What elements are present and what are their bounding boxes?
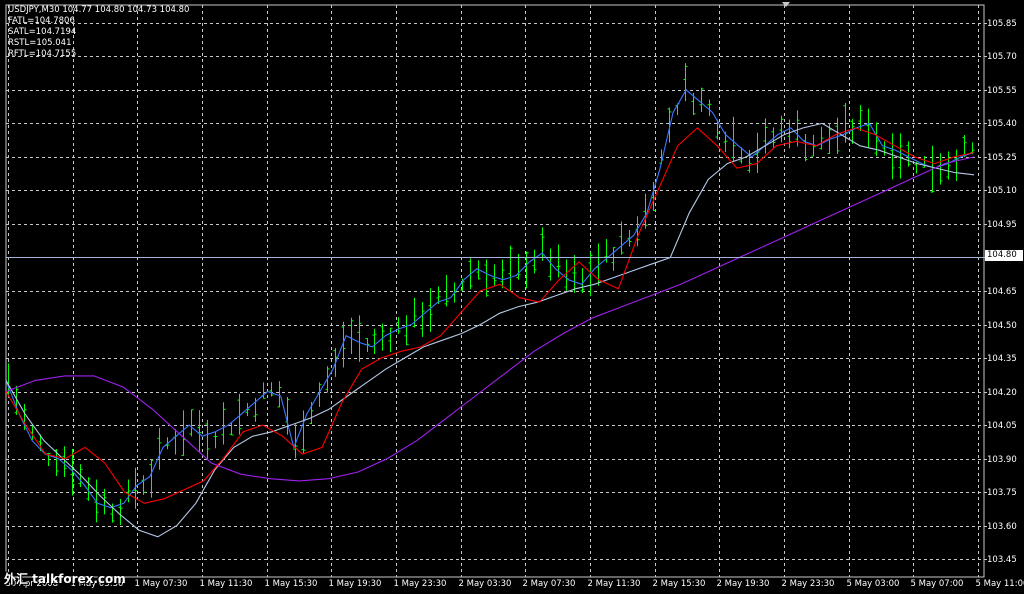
x-tick-label: 5 May 11:00 bbox=[975, 579, 1024, 589]
rstl-value: RSTL=105.041 bbox=[8, 38, 72, 48]
x-tick-label: 1 May 19:30 bbox=[328, 579, 382, 589]
symbol-quote-line: USDJPY,M30 104.77 104.80 104.73 104.80 bbox=[8, 5, 190, 15]
site-watermark: 外汇 talkforex.com bbox=[4, 572, 126, 586]
y-tick-label: 103.90 bbox=[987, 454, 1017, 465]
y-tick-label: 105.10 bbox=[987, 185, 1017, 196]
x-tick-label: 1 May 11:30 bbox=[199, 579, 253, 589]
y-tick-label: 104.35 bbox=[987, 353, 1017, 364]
x-tick-label: 1 May 23:30 bbox=[393, 579, 447, 589]
price-chart[interactable]: USDJPY,M30 104.77 104.80 104.73 104.80 F… bbox=[0, 0, 1024, 594]
y-tick-label: 105.40 bbox=[987, 118, 1017, 129]
x-tick-label: 1 May 15:30 bbox=[264, 579, 318, 589]
satl-value: SATL=104.7194 bbox=[8, 27, 77, 37]
x-tick-label: 1 May 07:30 bbox=[134, 579, 188, 589]
x-tick-label: 2 May 11:30 bbox=[587, 579, 641, 589]
current-price-label: 104.80 bbox=[985, 250, 1023, 261]
x-tick-label: 2 May 23:30 bbox=[781, 579, 835, 589]
x-tick-label: 2 May 15:30 bbox=[652, 579, 706, 589]
chart-canvas[interactable] bbox=[0, 0, 1024, 594]
fatl-value: FATL=104.7806 bbox=[8, 16, 75, 26]
y-tick-label: 104.20 bbox=[987, 387, 1017, 398]
y-tick-label: 104.50 bbox=[987, 320, 1017, 331]
y-tick-label: 104.65 bbox=[987, 286, 1017, 297]
y-tick-label: 105.85 bbox=[987, 18, 1017, 29]
series-rftl-line bbox=[5, 127, 975, 504]
rftl-value: RFTL=104.7155 bbox=[8, 49, 77, 59]
y-tick-label: 104.95 bbox=[987, 219, 1017, 230]
x-tick-label: 5 May 07:00 bbox=[910, 579, 964, 589]
y-tick-label: 103.45 bbox=[987, 554, 1017, 565]
x-tick-label: 2 May 07:30 bbox=[522, 579, 576, 589]
y-tick-label: 105.70 bbox=[987, 51, 1017, 62]
series-fatl-line bbox=[5, 89, 975, 509]
x-tick-label: 2 May 19:30 bbox=[716, 579, 770, 589]
y-tick-label: 103.75 bbox=[987, 487, 1017, 498]
y-tick-label: 105.55 bbox=[987, 85, 1017, 96]
y-tick-label: 104.05 bbox=[987, 420, 1017, 431]
y-tick-label: 105.25 bbox=[987, 152, 1017, 163]
y-tick-label: 103.60 bbox=[987, 521, 1017, 532]
x-tick-label: 5 May 03:00 bbox=[846, 579, 900, 589]
x-tick-label: 2 May 03:30 bbox=[458, 579, 512, 589]
